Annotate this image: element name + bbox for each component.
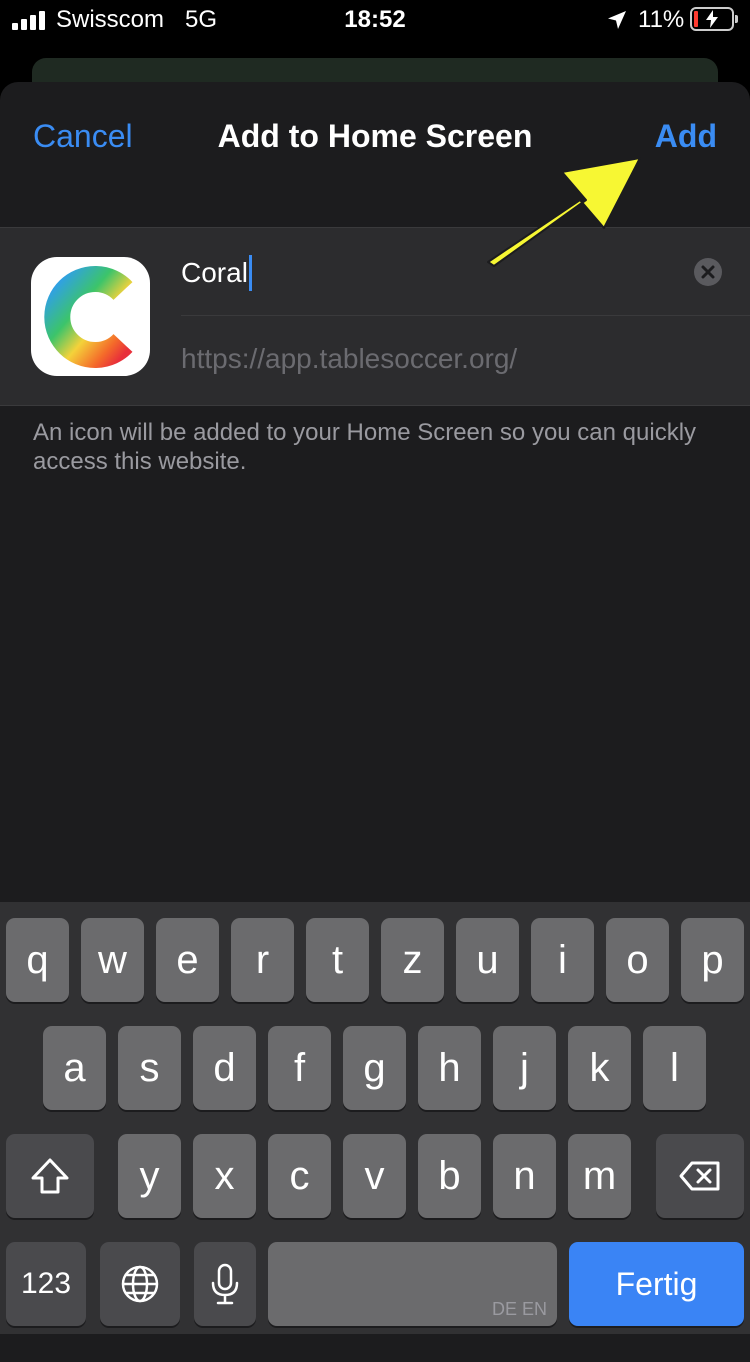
key-m[interactable]: m [568, 1134, 631, 1218]
annotation-arrow-icon [487, 157, 641, 267]
key-z[interactable]: z [381, 918, 444, 1002]
key-q[interactable]: q [6, 918, 69, 1002]
key-u[interactable]: u [456, 918, 519, 1002]
key-r[interactable]: r [231, 918, 294, 1002]
globe-key[interactable] [100, 1242, 180, 1326]
field-separator [181, 315, 750, 316]
key-x[interactable]: x [193, 1134, 256, 1218]
space-language-label: DE EN [491, 1299, 547, 1319]
key-n[interactable]: n [493, 1134, 556, 1218]
key-j[interactable]: j [493, 1026, 556, 1110]
keyboard: 123 DE EN Fertig qwertzuiop asdfghjkl yxcv… [0, 902, 750, 1334]
delete-key[interactable] [656, 1134, 744, 1218]
key-s[interactable]: s [118, 1026, 181, 1110]
key-h[interactable]: h [418, 1026, 481, 1110]
key-g[interactable]: g [343, 1026, 406, 1110]
numbers-key[interactable]: 123 [6, 1242, 86, 1326]
key-y[interactable]: y [118, 1134, 181, 1218]
key-f[interactable]: f [268, 1026, 331, 1110]
backspace-icon [679, 1161, 720, 1191]
key-v[interactable]: v [343, 1134, 406, 1218]
key-o[interactable]: o [606, 918, 669, 1002]
url-text: https://app.tablesoccer.org/ [181, 343, 518, 374]
microphone-icon [211, 1263, 239, 1305]
key-e[interactable]: e [156, 918, 219, 1002]
key-a[interactable]: a [43, 1026, 106, 1110]
dictation-key[interactable] [194, 1242, 256, 1326]
key-t[interactable]: t [306, 918, 369, 1002]
hint-text: An icon will be added to your Home Scree… [33, 419, 697, 475]
key-d[interactable]: d [193, 1026, 256, 1110]
done-key[interactable]: Fertig [569, 1242, 744, 1326]
key-i[interactable]: i [531, 918, 594, 1002]
globe-icon [121, 1265, 159, 1303]
space-key[interactable]: DE EN [268, 1242, 557, 1326]
shift-arrow-icon [31, 1158, 69, 1194]
key-p[interactable]: p [681, 918, 744, 1002]
key-b[interactable]: b [418, 1134, 481, 1218]
key-w[interactable]: w [81, 918, 144, 1002]
shift-key[interactable] [6, 1134, 94, 1218]
key-k[interactable]: k [568, 1026, 631, 1110]
key-l[interactable]: l [643, 1026, 706, 1110]
key-c[interactable]: c [268, 1134, 331, 1218]
